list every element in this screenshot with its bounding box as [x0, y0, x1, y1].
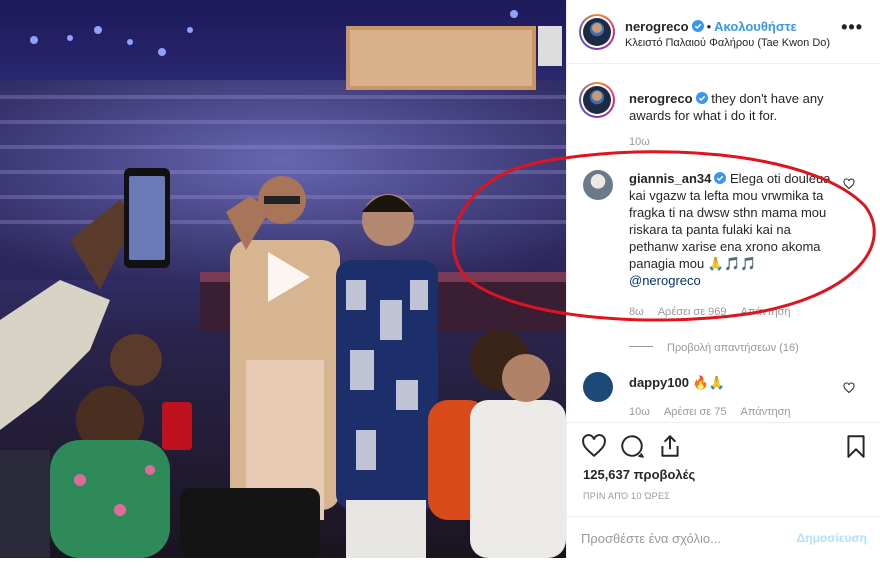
- commenter-avatar[interactable]: [583, 170, 613, 200]
- reply-button[interactable]: Απάντηση: [741, 306, 791, 318]
- comment-text: 🔥🙏: [692, 375, 725, 390]
- comment-age: 10ω: [629, 406, 650, 418]
- post-timestamp[interactable]: ΠΡΙΝ ΑΠΌ 10 ΏΡΕΣ: [583, 491, 670, 501]
- verified-badge-icon: [691, 20, 704, 32]
- more-options-button[interactable]: •••: [841, 18, 863, 36]
- play-icon: [268, 252, 310, 302]
- post-comment-button[interactable]: Δημοσίευση: [797, 531, 867, 545]
- view-count[interactable]: 125,637 προβολές: [583, 467, 695, 482]
- commenter-avatar[interactable]: [583, 372, 613, 402]
- comment-item: dappy100 🔥🙏 10ω Αρέσει σε 75 Απάντηση: [567, 364, 880, 422]
- post-header: nerogreco • Ακολουθήστε Κλειστό Παλαιού Φα…: [567, 0, 880, 64]
- author-avatar[interactable]: [579, 14, 615, 50]
- comment-text: Elega oti douleua kai vgazw ta lefta mou…: [629, 171, 831, 271]
- like-comment-heart-icon[interactable]: [843, 178, 855, 190]
- follow-button[interactable]: Ακολουθήστε: [714, 19, 797, 34]
- reply-button[interactable]: Απάντηση: [741, 406, 791, 418]
- like-comment-heart-icon[interactable]: [843, 382, 855, 394]
- commenter-username[interactable]: giannis_an34: [629, 171, 711, 186]
- comment-icon[interactable]: [619, 433, 645, 459]
- verified-badge-icon: [695, 92, 708, 104]
- view-replies-button[interactable]: Προβολή απαντήσεων (16): [629, 338, 799, 356]
- comment-meta: 10ω Αρέσει σε 75 Απάντηση: [629, 406, 805, 418]
- comments-list[interactable]: nerogreco they don't have any awards for…: [567, 64, 880, 422]
- replies-divider: [629, 346, 653, 348]
- mention-link[interactable]: @nerogreco: [629, 272, 841, 289]
- caption-avatar[interactable]: [579, 82, 615, 118]
- separator-dot: •: [706, 19, 712, 34]
- comment-item: giannis_an34 Elega oti douleua kai vgazw…: [567, 158, 880, 328]
- caption-age: 10ω: [629, 136, 650, 148]
- verified-badge-icon: [714, 172, 727, 184]
- commenter-username[interactable]: dappy100: [629, 375, 689, 390]
- comment-input[interactable]: [581, 529, 781, 547]
- comment-likes[interactable]: Αρέσει σε 969: [658, 306, 727, 318]
- post-sidebar: nerogreco • Ακολουθήστε Κλειστό Παλαιού Φα…: [566, 0, 880, 558]
- heart-icon[interactable]: [581, 433, 607, 459]
- author-username[interactable]: nerogreco: [625, 19, 689, 34]
- location-link[interactable]: Κλειστό Παλαιού Φαλήρου (Tae Kwon Do): [625, 37, 830, 49]
- action-bar: 125,637 προβολές ΠΡΙΝ ΑΠΌ 10 ΏΡΕΣ: [567, 422, 880, 518]
- comment-composer: Δημοσίευση: [567, 516, 880, 558]
- play-button[interactable]: [250, 244, 316, 310]
- comment-meta: 8ω Αρέσει σε 969 Απάντηση: [629, 306, 805, 318]
- post-video[interactable]: [0, 0, 566, 558]
- bookmark-icon[interactable]: [843, 433, 869, 459]
- caption: nerogreco they don't have any awards for…: [567, 64, 880, 150]
- view-replies-label: Προβολή απαντήσεων (16): [667, 342, 799, 354]
- comment-age: 8ω: [629, 306, 644, 318]
- caption-username[interactable]: nerogreco: [629, 91, 693, 106]
- share-icon[interactable]: [657, 433, 683, 459]
- comment-likes[interactable]: Αρέσει σε 75: [664, 406, 727, 418]
